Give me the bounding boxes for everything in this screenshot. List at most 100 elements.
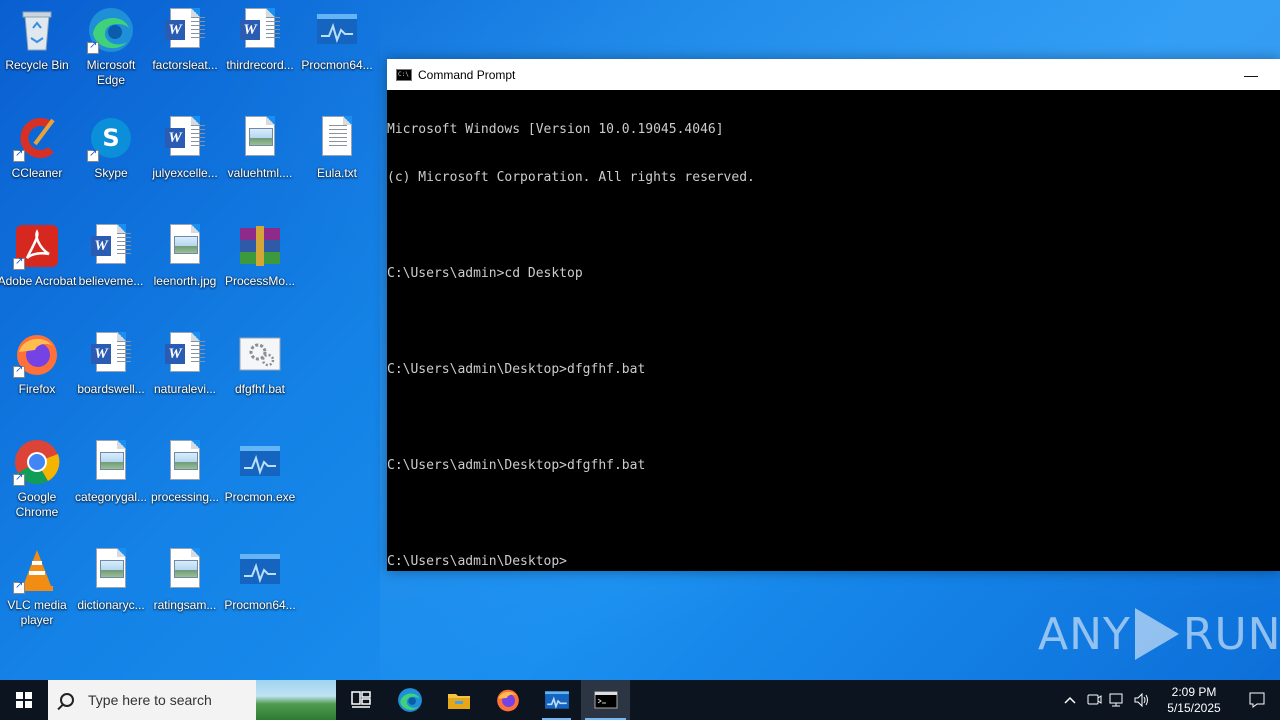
tray-volume-button[interactable] xyxy=(1130,680,1154,720)
procmon-icon xyxy=(236,546,284,594)
desktop-icon-processing[interactable]: processing... xyxy=(148,432,222,532)
console-line: C:\Users\admin>cd Desktop xyxy=(387,266,583,281)
desktop-icon-label: believeme... xyxy=(78,274,144,288)
image-file-icon xyxy=(161,222,209,270)
desktop-icon-procmon64-2[interactable]: Procmon64... xyxy=(223,540,297,640)
minimize-button[interactable]: — xyxy=(1222,59,1280,90)
image-file-icon xyxy=(161,438,209,486)
image-file-icon xyxy=(236,114,284,162)
desktop-icon-label: dfgfhf.bat xyxy=(234,382,286,396)
console-line: C:\Users\admin\Desktop>dfgfhf.bat xyxy=(387,458,646,473)
shortcut-arrow-icon xyxy=(13,148,25,162)
desktop-icon-julyexcelle[interactable]: W julyexcelle... xyxy=(148,108,222,208)
shortcut-arrow-icon xyxy=(13,364,25,378)
image-file-icon xyxy=(87,438,135,486)
window-titlebar[interactable]: Command Prompt — xyxy=(387,59,1280,90)
desktop-icon-believeme[interactable]: W believeme... xyxy=(74,216,148,316)
desktop-icon-naturalevi[interactable]: W naturalevi... xyxy=(148,324,222,424)
desktop-icon-valuehtml[interactable]: valuehtml.... xyxy=(223,108,297,208)
watermark-text-left: ANY xyxy=(1038,608,1131,660)
tray-overflow-button[interactable] xyxy=(1058,680,1082,720)
desktop-icon-label: Adobe Acrobat xyxy=(0,274,77,288)
search-placeholder: Type here to search xyxy=(88,692,212,708)
vlc-icon xyxy=(13,546,61,594)
console-output[interactable]: Microsoft Windows [Version 10.0.19045.40… xyxy=(387,90,1280,602)
desktop-icon-edge[interactable]: Microsoft Edge xyxy=(74,0,148,100)
desktop-icon-firefox[interactable]: Firefox xyxy=(0,324,74,424)
taskbar-clock[interactable]: 2:09 PM 5/15/2025 xyxy=(1154,684,1234,716)
procmon-icon xyxy=(544,691,569,710)
command-prompt-window[interactable]: Command Prompt — Microsoft Windows [Vers… xyxy=(387,59,1280,571)
desktop-icon-label: Google Chrome xyxy=(15,490,59,519)
desktop-icon-processmo[interactable]: ProcessMo... xyxy=(223,216,297,316)
taskbar-edge-button[interactable] xyxy=(385,680,434,720)
desktop-icon-label: Microsoft Edge xyxy=(86,58,136,87)
shortcut-arrow-icon xyxy=(87,40,99,54)
desktop-icon-factorsleat[interactable]: W factorsleat... xyxy=(148,0,222,100)
skype-icon: S xyxy=(87,114,135,162)
taskbar-cmd-button[interactable] xyxy=(581,680,630,720)
tray-network-button[interactable] xyxy=(1106,680,1130,720)
desktop-icon-label: dictionaryc... xyxy=(77,598,145,612)
desktop-icon-procmon64[interactable]: Procmon64... xyxy=(300,0,374,100)
edge-icon xyxy=(87,6,135,54)
desktop-icon-thirdrecord[interactable]: W thirdrecord... xyxy=(223,0,297,100)
procmon-icon xyxy=(236,438,284,486)
desktop-icon-ccleaner[interactable]: CCleaner xyxy=(0,108,74,208)
taskbar-search-box[interactable]: Type here to search xyxy=(48,680,336,720)
windows-logo-icon xyxy=(16,692,32,708)
winrar-icon xyxy=(236,222,284,270)
word-doc-icon: W xyxy=(236,6,284,54)
desktop-icon-label: factorsleat... xyxy=(152,58,218,72)
procmon-icon xyxy=(313,6,361,54)
desktop-icon-recycle-bin[interactable]: Recycle Bin xyxy=(0,0,74,100)
taskbar-firefox-button[interactable] xyxy=(483,680,532,720)
watermark-text-right: RUN xyxy=(1182,608,1280,660)
cmd-icon xyxy=(594,691,617,709)
desktop-icon-acrobat[interactable]: Adobe Acrobat xyxy=(0,216,77,316)
desktop-icon-chrome[interactable]: Google Chrome xyxy=(0,432,74,532)
shortcut-arrow-icon xyxy=(13,580,25,594)
desktop-icon-eula[interactable]: Eula.txt xyxy=(300,108,374,208)
desktop-icon-label: valuehtml.... xyxy=(227,166,293,180)
tray-meet-button[interactable] xyxy=(1082,680,1106,720)
desktop-icon-label: processing... xyxy=(150,490,220,504)
desktop-icon-vlc[interactable]: VLC media player xyxy=(0,540,74,640)
console-prompt-line: C:\Users\admin\Desktop> xyxy=(387,554,568,569)
minimize-icon: — xyxy=(1244,66,1258,83)
desktop-icon-dfgfhf-bat[interactable]: dfgfhf.bat xyxy=(223,324,297,424)
desktop-icon-label: Recycle Bin xyxy=(5,58,69,72)
window-title: Command Prompt xyxy=(418,67,516,82)
desktop-icon-skype[interactable]: S Skype xyxy=(74,108,148,208)
desktop-icon-label: Eula.txt xyxy=(316,166,358,180)
network-icon xyxy=(1109,693,1123,707)
console-line: ​ xyxy=(387,410,1280,426)
shortcut-arrow-icon xyxy=(87,148,99,162)
desktop-icon-label: CCleaner xyxy=(11,166,63,180)
desktop-icon-categorygal[interactable]: categorygal... xyxy=(74,432,148,532)
desktop-icon-label: ratingsam... xyxy=(153,598,217,612)
task-view-icon xyxy=(350,691,371,708)
image-file-icon xyxy=(161,546,209,594)
shortcut-arrow-icon xyxy=(13,472,25,486)
notification-center-button[interactable] xyxy=(1234,680,1280,720)
desktop-icon-leenorth[interactable]: leenorth.jpg xyxy=(148,216,222,316)
taskbar-procmon-button[interactable] xyxy=(532,680,581,720)
desktop-icon-procmon-exe[interactable]: Procmon.exe xyxy=(223,432,297,532)
search-icon xyxy=(60,693,74,707)
ccleaner-icon xyxy=(13,114,61,162)
chrome-icon xyxy=(13,438,61,486)
desktop-icon-ratingsam[interactable]: ratingsam... xyxy=(148,540,222,640)
start-button[interactable] xyxy=(0,680,48,720)
desktop-icon-dictionaryc[interactable]: dictionaryc... xyxy=(74,540,148,640)
batch-file-icon xyxy=(236,330,284,378)
console-line: C:\Users\admin\Desktop>dfgfhf.bat xyxy=(387,362,646,377)
acrobat-icon xyxy=(13,222,61,270)
desktop-icon-boardswell[interactable]: W boardswell... xyxy=(74,324,148,424)
desktop-icon-label: naturalevi... xyxy=(153,382,217,396)
word-doc-icon: W xyxy=(161,6,209,54)
shortcut-arrow-icon xyxy=(13,256,25,270)
system-tray: 2:09 PM 5/15/2025 xyxy=(1058,680,1280,720)
task-view-button[interactable] xyxy=(336,680,385,720)
taskbar-file-explorer-button[interactable] xyxy=(434,680,483,720)
